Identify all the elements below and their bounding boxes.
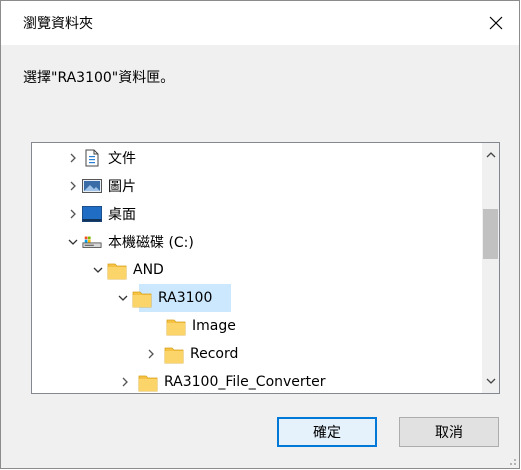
document-icon xyxy=(82,144,102,172)
tree-item-pictures[interactable]: 圖片 xyxy=(64,172,136,200)
tree-item-label: 本機磁碟 (C:) xyxy=(108,235,194,251)
chevron-down-icon xyxy=(486,378,495,384)
instruction-text: 選擇"RA3100"資料匣。 xyxy=(23,70,175,86)
chevron-right-icon[interactable] xyxy=(64,200,82,228)
chevron-down-icon[interactable] xyxy=(64,228,82,256)
scroll-down-button[interactable] xyxy=(482,373,499,390)
chevron-right-icon[interactable] xyxy=(142,340,160,368)
scrollbar-thumb[interactable] xyxy=(483,209,498,259)
tree-item-ra3100-folder[interactable]: RA3100 xyxy=(114,284,212,312)
chevron-down-icon[interactable] xyxy=(89,256,107,284)
tree-item-label: AND xyxy=(133,262,164,278)
folder-icon xyxy=(138,368,158,393)
folder-icon xyxy=(107,256,127,284)
tree-item-local-disk[interactable]: 本機磁碟 (C:) xyxy=(64,228,194,256)
tree-item-label: Record xyxy=(190,346,239,362)
ok-button[interactable]: 確定 xyxy=(277,417,377,447)
tree-item-record-folder[interactable]: Record xyxy=(142,340,238,368)
cancel-button[interactable]: 取消 xyxy=(399,417,499,447)
drive-icon xyxy=(82,228,102,256)
folder-tree[interactable]: 文件 圖片 桌面 本機磁碟 (C:) AND RA3100 Image Reco… xyxy=(31,142,500,394)
folder-icon xyxy=(164,340,184,368)
chevron-up-icon xyxy=(486,152,495,158)
tree-item-label: Image xyxy=(192,318,236,334)
window-title: 瀏覽資料夾 xyxy=(23,16,93,32)
tree-item-and-folder[interactable]: AND xyxy=(89,256,164,284)
scroll-up-button[interactable] xyxy=(482,146,499,163)
tree-item-label: 圖片 xyxy=(108,179,136,195)
chevron-down-icon[interactable] xyxy=(114,284,132,312)
chevron-right-icon[interactable] xyxy=(64,172,82,200)
tree-item-label: RA3100_File_Converter xyxy=(164,374,326,390)
tree-item-label: 文件 xyxy=(108,151,136,167)
tree-item-file-converter-folder[interactable]: RA3100_File_Converter xyxy=(116,368,326,393)
close-icon xyxy=(489,16,503,30)
folder-icon xyxy=(132,284,152,312)
close-button[interactable] xyxy=(473,1,519,45)
desktop-icon xyxy=(82,200,102,228)
chevron-right-icon[interactable] xyxy=(64,144,82,172)
chevron-right-icon[interactable] xyxy=(116,368,134,393)
tree-item-label: 桌面 xyxy=(108,207,136,223)
tree-item-label: RA3100 xyxy=(158,290,213,306)
pictures-icon xyxy=(82,172,102,200)
resize-grip-icon[interactable] xyxy=(507,456,517,466)
tree-item-image-folder[interactable]: Image xyxy=(146,312,236,340)
tree-item-desktop[interactable]: 桌面 xyxy=(64,200,136,228)
tree-item-documents[interactable]: 文件 xyxy=(64,144,136,172)
folder-icon xyxy=(166,312,186,340)
vertical-scrollbar[interactable] xyxy=(482,143,499,393)
title-bar: 瀏覽資料夾 xyxy=(1,1,519,45)
browse-folder-dialog: 瀏覽資料夾 選擇"RA3100"資料匣。 文件 圖片 桌面 本機磁碟 (C:) … xyxy=(0,0,520,469)
